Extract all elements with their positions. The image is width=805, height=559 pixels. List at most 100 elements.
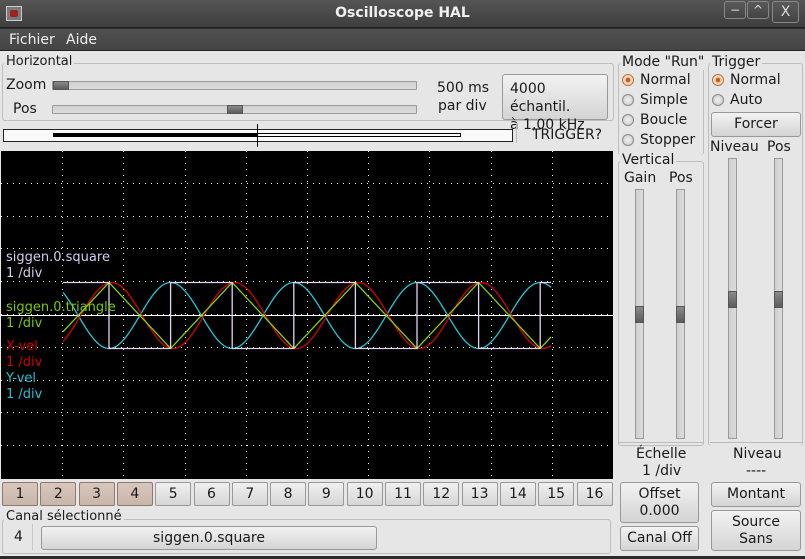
channel-button-12[interactable]: 12 bbox=[423, 482, 460, 506]
radio-label: Simple bbox=[640, 92, 688, 108]
sample-count-text: 4000 échantil. bbox=[510, 81, 571, 115]
radio-indicator-icon[interactable] bbox=[712, 94, 724, 106]
trace-label-y-vel-scale: 1 /div bbox=[6, 387, 43, 402]
trigger-source-button[interactable]: Source Sans bbox=[711, 510, 801, 551]
trigger-level-slider-handle[interactable] bbox=[728, 290, 737, 308]
zoom-slider[interactable] bbox=[52, 81, 417, 90]
pos-label: Pos bbox=[13, 101, 37, 117]
radio-label: Normal bbox=[730, 72, 781, 88]
radio-indicator-icon[interactable] bbox=[622, 74, 634, 86]
offset-button[interactable]: Offset 0.000 bbox=[620, 482, 699, 523]
minimize-button[interactable]: − bbox=[724, 1, 746, 19]
channel-button-6[interactable]: 6 bbox=[193, 482, 230, 506]
trace-label-triangle-scale: 1 /div bbox=[6, 316, 43, 331]
radio-indicator-icon[interactable] bbox=[622, 114, 634, 126]
radio-label: Normal bbox=[640, 72, 691, 88]
position-slider[interactable] bbox=[52, 105, 417, 114]
separator bbox=[516, 123, 517, 143]
vertical-pos-label: Pos bbox=[669, 170, 693, 186]
close-button[interactable]: X bbox=[772, 1, 799, 23]
channel-button-11[interactable]: 11 bbox=[385, 482, 421, 506]
trigger-pos-slider-handle[interactable] bbox=[774, 290, 783, 308]
trigger-pos-slider[interactable] bbox=[774, 158, 783, 439]
trigger-position-marker bbox=[257, 124, 258, 147]
horizontal-frame-label: Horizontal bbox=[4, 54, 75, 69]
run-mode-radio-boucle[interactable]: Boucle bbox=[622, 111, 687, 129]
run-mode-radio-stopper[interactable]: Stopper bbox=[622, 131, 695, 149]
trigger-level-slider[interactable] bbox=[728, 158, 737, 439]
trigger-source-label: Source bbox=[731, 514, 781, 530]
offset-label: Offset bbox=[638, 486, 681, 502]
channel-button-9[interactable]: 9 bbox=[308, 482, 345, 506]
gain-slider-handle[interactable] bbox=[635, 306, 644, 323]
trace-label-square-name: siggen.0.square bbox=[6, 250, 110, 265]
force-trigger-button[interactable]: Forcer bbox=[711, 112, 801, 137]
zoom-label: Zoom bbox=[6, 77, 47, 93]
channel-button-10[interactable]: 10 bbox=[346, 482, 383, 506]
channel-button-4[interactable]: 4 bbox=[116, 482, 153, 506]
trace-label-triangle-name: siggen.0.triangle bbox=[6, 300, 116, 315]
zoom-slider-handle[interactable] bbox=[53, 81, 69, 90]
menu-fichier[interactable]: Fichier bbox=[9, 32, 55, 48]
channel-button-5[interactable]: 5 bbox=[155, 482, 192, 506]
offset-value: 0.000 bbox=[639, 503, 680, 519]
vertical-pos-slider-handle[interactable] bbox=[676, 306, 685, 323]
trigger-status: TRIGGER? bbox=[532, 127, 603, 143]
trigger-mode-radio-auto[interactable]: Auto bbox=[712, 91, 763, 109]
menu-bar: Fichier Aide bbox=[0, 29, 805, 51]
channel-button-3[interactable]: 3 bbox=[78, 482, 115, 506]
run-mode-frame-label: Mode "Run" bbox=[620, 54, 707, 70]
window-title: Oscilloscope HAL bbox=[335, 5, 470, 21]
position-slider-handle[interactable] bbox=[226, 105, 243, 114]
channel-button-15[interactable]: 15 bbox=[538, 482, 575, 506]
separator bbox=[32, 524, 33, 550]
trace-label-y-vel-name: Y-vel bbox=[5, 371, 36, 386]
channel-button-1[interactable]: 1 bbox=[2, 482, 38, 506]
channel-button-7[interactable]: 7 bbox=[231, 482, 268, 506]
selected-channel-number: 4 bbox=[14, 529, 23, 545]
radio-label: Stopper bbox=[640, 132, 696, 148]
radio-label: Boucle bbox=[640, 112, 688, 128]
separator bbox=[710, 442, 802, 443]
scope-canvas: siggen.0.square 1 /div siggen.0.triangle… bbox=[1, 151, 613, 479]
selected-channel-frame-label: Canal sélectionné bbox=[4, 509, 124, 524]
title-bar: Oscilloscope HAL − ^ X bbox=[0, 0, 805, 28]
selected-channel-name-button[interactable]: siggen.0.square bbox=[41, 526, 377, 550]
maximize-button[interactable]: ^ bbox=[747, 1, 769, 19]
radio-indicator-icon[interactable] bbox=[622, 94, 634, 106]
vertical-frame-label: Vertical bbox=[620, 152, 677, 168]
channel-button-2[interactable]: 2 bbox=[40, 482, 77, 506]
channel-off-button[interactable]: Canal Off bbox=[620, 526, 699, 551]
trigger-frame-label: Trigger bbox=[710, 54, 763, 70]
gain-slider[interactable] bbox=[635, 189, 644, 439]
main-window: Horizontal Zoom Pos 500 ms par div 4000 … bbox=[0, 51, 805, 556]
vertical-frame bbox=[618, 161, 704, 446]
timebase-value: 500 ms bbox=[437, 80, 490, 96]
radio-label: Auto bbox=[730, 92, 763, 108]
menu-aide[interactable]: Aide bbox=[66, 32, 97, 48]
trigger-level-readout: ---- bbox=[746, 463, 767, 479]
run-mode-radio-simple[interactable]: Simple bbox=[622, 91, 688, 109]
trigger-edge-button[interactable]: Montant bbox=[711, 482, 801, 507]
scope-display[interactable]: siggen.0.square 1 /div siggen.0.triangle… bbox=[1, 151, 613, 479]
scale-value: 1 /div bbox=[642, 463, 682, 479]
timebase-unit: par div bbox=[438, 98, 487, 114]
run-mode-radio-normal[interactable]: Normal bbox=[622, 71, 691, 89]
trigger-mode-radio-normal[interactable]: Normal bbox=[712, 71, 781, 89]
vertical-pos-slider[interactable] bbox=[676, 189, 685, 439]
record-position-bar[interactable] bbox=[3, 129, 513, 142]
sample-rate-button[interactable]: 4000 échantil. à 1,00 kHz bbox=[502, 74, 608, 133]
scale-caption: Échelle bbox=[636, 446, 687, 462]
trace-label-square-scale: 1 /div bbox=[6, 266, 43, 281]
trigger-source-value: Sans bbox=[739, 531, 773, 547]
radio-indicator-icon[interactable] bbox=[712, 74, 724, 86]
channel-button-13[interactable]: 13 bbox=[461, 482, 498, 506]
channel-button-16[interactable]: 16 bbox=[576, 482, 613, 506]
channel-button-8[interactable]: 8 bbox=[270, 482, 307, 506]
channel-button-14[interactable]: 14 bbox=[499, 482, 536, 506]
record-view-window bbox=[53, 133, 258, 137]
radio-indicator-icon[interactable] bbox=[622, 134, 634, 146]
trigger-level-caption: Niveau bbox=[733, 446, 782, 462]
separator bbox=[619, 442, 704, 443]
trace-label-x-vel-name: X-vel bbox=[6, 339, 38, 354]
